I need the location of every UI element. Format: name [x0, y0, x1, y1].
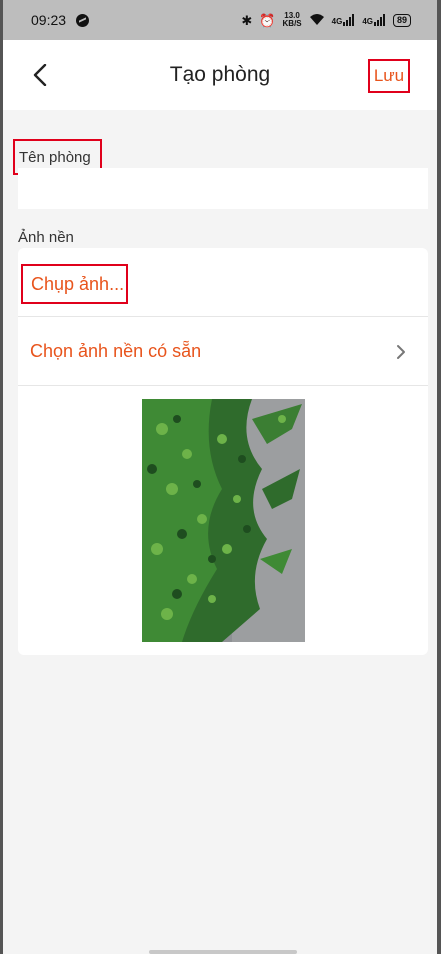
status-time: 09:23 — [31, 12, 67, 28]
room-name-input[interactable] — [18, 168, 428, 209]
page-title: Tạo phòng — [169, 63, 271, 86]
app-header: Tạo phòng Lưu — [3, 40, 437, 110]
take-photo-button[interactable]: Chụp ảnh... — [21, 264, 128, 304]
home-indicator — [149, 950, 297, 954]
background-preview-image[interactable] — [142, 399, 305, 642]
take-photo-row[interactable]: Chụp ảnh... — [18, 248, 428, 317]
network-speed: 13.0 KB/S — [283, 12, 302, 28]
back-arrow-icon[interactable] — [31, 64, 51, 86]
background-label: Ảnh nền — [18, 229, 74, 246]
frame-left-edge — [0, 0, 3, 954]
save-button[interactable]: Lưu — [368, 59, 410, 93]
background-card: Chụp ảnh... Chọn ảnh nền có sẵn — [18, 248, 428, 655]
status-bar: 09:23 ✱ ⏰ 13.0 KB/S 4G 4G 89 — [3, 0, 437, 40]
signal-icon-1: 4G — [332, 14, 356, 26]
wifi-icon — [309, 13, 325, 28]
choose-background-label: Chọn ảnh nền có sẵn — [30, 340, 202, 361]
frame-right-edge — [437, 0, 441, 954]
battery-icon: 89 — [392, 13, 411, 27]
choose-background-row[interactable]: Chọn ảnh nền có sẵn — [18, 317, 428, 386]
bluetooth-icon: ✱ — [241, 12, 253, 28]
signal-2-label: 4G — [362, 17, 373, 26]
messenger-icon — [76, 13, 90, 27]
chevron-right-icon — [397, 345, 405, 359]
signal-icon-2: 4G — [362, 14, 386, 26]
signal-1-label: 4G — [331, 17, 343, 26]
ivy-wall-image — [142, 399, 305, 642]
network-speed-unit: KB/S — [282, 19, 302, 28]
status-icons: ✱ ⏰ 13.0 KB/S 4G 4G 89 — [241, 12, 411, 28]
alarm-icon: ⏰ — [259, 12, 276, 28]
